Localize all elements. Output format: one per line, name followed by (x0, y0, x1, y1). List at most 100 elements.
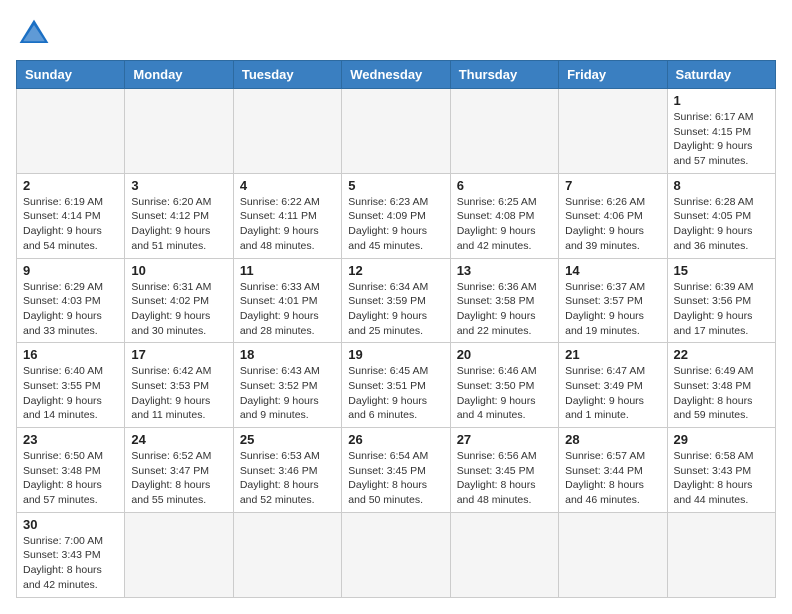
week-row: 9 Sunrise: 6:29 AMSunset: 4:03 PMDaylight… (17, 258, 776, 343)
day-cell-24: 24Sunrise: 6:52 AMSunset: 3:47 PMDayligh… (125, 428, 233, 513)
col-tuesday: Tuesday (233, 61, 341, 89)
day-cell-7: 7Sunrise: 6:26 AMSunset: 4:06 PMDaylight… (559, 173, 667, 258)
day-number: 14 (565, 263, 660, 278)
day-info: Sunrise: 6:45 AMSunset: 3:51 PMDaylight:… (348, 364, 443, 423)
logo-icon (16, 16, 52, 52)
day-cell-5: 5 Sunrise: 6:23 AMSunset: 4:09 PMDaylight… (342, 173, 450, 258)
day-info: Sunrise: 6:49 AMSunset: 3:48 PMDaylight:… (674, 364, 769, 423)
empty-cell (125, 89, 233, 174)
day-number: 16 (23, 347, 118, 362)
day-info: Sunrise: 6:58 AMSunset: 3:43 PMDaylight:… (674, 449, 769, 508)
calendar-table: Sunday Monday Tuesday Wednesday Thursday… (16, 60, 776, 598)
day-number: 12 (348, 263, 443, 278)
day-cell-3: 3 Sunrise: 6:20 AMSunset: 4:12 PMDaylight… (125, 173, 233, 258)
day-cell-6: 6 Sunrise: 6:25 AMSunset: 4:08 PMDaylight… (450, 173, 558, 258)
day-number: 1 (674, 93, 769, 108)
day-info: Sunrise: 6:29 AMSunset: 4:03 PMDaylight:… (23, 280, 118, 339)
day-number: 19 (348, 347, 443, 362)
day-cell-8: 8Sunrise: 6:28 AMSunset: 4:05 PMDaylight… (667, 173, 775, 258)
day-number: 5 (348, 178, 443, 193)
day-number: 28 (565, 432, 660, 447)
day-cell-12: 12Sunrise: 6:34 AMSunset: 3:59 PMDayligh… (342, 258, 450, 343)
day-cell-2: 2 Sunrise: 6:19 AMSunset: 4:14 PMDaylight… (17, 173, 125, 258)
day-info: Sunrise: 6:47 AMSunset: 3:49 PMDaylight:… (565, 364, 660, 423)
day-number: 7 (565, 178, 660, 193)
empty-cell (125, 512, 233, 597)
day-info: Sunrise: 6:19 AMSunset: 4:14 PMDaylight:… (23, 195, 118, 254)
day-cell-4: 4 Sunrise: 6:22 AMSunset: 4:11 PMDaylight… (233, 173, 341, 258)
day-number: 9 (23, 263, 118, 278)
day-info: Sunrise: 6:56 AMSunset: 3:45 PMDaylight:… (457, 449, 552, 508)
day-cell-27: 27 Sunrise: 6:56 AMSunset: 3:45 PMDayligh… (450, 428, 558, 513)
day-info: Sunrise: 6:54 AMSunset: 3:45 PMDaylight:… (348, 449, 443, 508)
day-info: Sunrise: 6:57 AMSunset: 3:44 PMDaylight:… (565, 449, 660, 508)
col-wednesday: Wednesday (342, 61, 450, 89)
day-info: Sunrise: 6:31 AMSunset: 4:02 PMDaylight:… (131, 280, 226, 339)
page-header (16, 16, 776, 52)
day-cell-29: 29Sunrise: 6:58 AMSunset: 3:43 PMDayligh… (667, 428, 775, 513)
col-friday: Friday (559, 61, 667, 89)
day-cell-9: 9 Sunrise: 6:29 AMSunset: 4:03 PMDaylight… (17, 258, 125, 343)
empty-cell (667, 512, 775, 597)
day-info: Sunrise: 6:17 AMSunset: 4:15 PMDaylight:… (674, 110, 769, 169)
day-info: Sunrise: 6:50 AMSunset: 3:48 PMDaylight:… (23, 449, 118, 508)
day-cell-13: 13Sunrise: 6:36 AMSunset: 3:58 PMDayligh… (450, 258, 558, 343)
week-row: 16 Sunrise: 6:40 AMSunset: 3:55 PMDayligh… (17, 343, 776, 428)
day-info: Sunrise: 6:20 AMSunset: 4:12 PMDaylight:… (131, 195, 226, 254)
day-info: Sunrise: 6:25 AMSunset: 4:08 PMDaylight:… (457, 195, 552, 254)
day-cell-10: 10 Sunrise: 6:31 AMSunset: 4:02 PMDayligh… (125, 258, 233, 343)
day-number: 17 (131, 347, 226, 362)
day-number: 27 (457, 432, 552, 447)
day-cell-26: 26 Sunrise: 6:54 AMSunset: 3:45 PMDayligh… (342, 428, 450, 513)
day-number: 15 (674, 263, 769, 278)
day-cell-17: 17Sunrise: 6:42 AMSunset: 3:53 PMDayligh… (125, 343, 233, 428)
day-info: Sunrise: 6:40 AMSunset: 3:55 PMDaylight:… (23, 364, 118, 423)
day-cell-18: 18 Sunrise: 6:43 AMSunset: 3:52 PMDayligh… (233, 343, 341, 428)
empty-cell (559, 89, 667, 174)
day-number: 2 (23, 178, 118, 193)
day-number: 26 (348, 432, 443, 447)
col-thursday: Thursday (450, 61, 558, 89)
day-number: 30 (23, 517, 118, 532)
day-number: 8 (674, 178, 769, 193)
weekday-header-row: Sunday Monday Tuesday Wednesday Thursday… (17, 61, 776, 89)
day-number: 25 (240, 432, 335, 447)
empty-cell (450, 89, 558, 174)
day-cell-20: 20 Sunrise: 6:46 AMSunset: 3:50 PMDayligh… (450, 343, 558, 428)
empty-cell (450, 512, 558, 597)
day-number: 18 (240, 347, 335, 362)
day-number: 10 (131, 263, 226, 278)
day-info: Sunrise: 6:36 AMSunset: 3:58 PMDaylight:… (457, 280, 552, 339)
day-cell-22: 22Sunrise: 6:49 AMSunset: 3:48 PMDayligh… (667, 343, 775, 428)
day-number: 20 (457, 347, 552, 362)
week-row: 23Sunrise: 6:50 AMSunset: 3:48 PMDayligh… (17, 428, 776, 513)
day-info: Sunrise: 6:23 AMSunset: 4:09 PMDaylight:… (348, 195, 443, 254)
day-number: 11 (240, 263, 335, 278)
day-cell-28: 28 Sunrise: 6:57 AMSunset: 3:44 PMDayligh… (559, 428, 667, 513)
week-row: 30Sunrise: 7:00 AMSunset: 3:43 PMDayligh… (17, 512, 776, 597)
day-cell-16: 16 Sunrise: 6:40 AMSunset: 3:55 PMDayligh… (17, 343, 125, 428)
day-cell-1: 1 Sunrise: 6:17 AMSunset: 4:15 PMDaylight… (667, 89, 775, 174)
day-number: 4 (240, 178, 335, 193)
empty-cell (17, 89, 125, 174)
day-cell-25: 25Sunrise: 6:53 AMSunset: 3:46 PMDayligh… (233, 428, 341, 513)
day-number: 6 (457, 178, 552, 193)
logo (16, 16, 56, 52)
day-number: 21 (565, 347, 660, 362)
col-sunday: Sunday (17, 61, 125, 89)
day-info: Sunrise: 6:22 AMSunset: 4:11 PMDaylight:… (240, 195, 335, 254)
day-info: Sunrise: 6:39 AMSunset: 3:56 PMDaylight:… (674, 280, 769, 339)
empty-cell (342, 89, 450, 174)
empty-cell (559, 512, 667, 597)
day-cell-19: 19 Sunrise: 6:45 AMSunset: 3:51 PMDayligh… (342, 343, 450, 428)
day-info: Sunrise: 6:43 AMSunset: 3:52 PMDaylight:… (240, 364, 335, 423)
empty-cell (233, 512, 341, 597)
empty-cell (233, 89, 341, 174)
day-number: 24 (131, 432, 226, 447)
day-number: 3 (131, 178, 226, 193)
day-info: Sunrise: 6:37 AMSunset: 3:57 PMDaylight:… (565, 280, 660, 339)
day-cell-23: 23Sunrise: 6:50 AMSunset: 3:48 PMDayligh… (17, 428, 125, 513)
day-cell-11: 11 Sunrise: 6:33 AMSunset: 4:01 PMDayligh… (233, 258, 341, 343)
day-info: Sunrise: 6:46 AMSunset: 3:50 PMDaylight:… (457, 364, 552, 423)
day-info: Sunrise: 6:33 AMSunset: 4:01 PMDaylight:… (240, 280, 335, 339)
